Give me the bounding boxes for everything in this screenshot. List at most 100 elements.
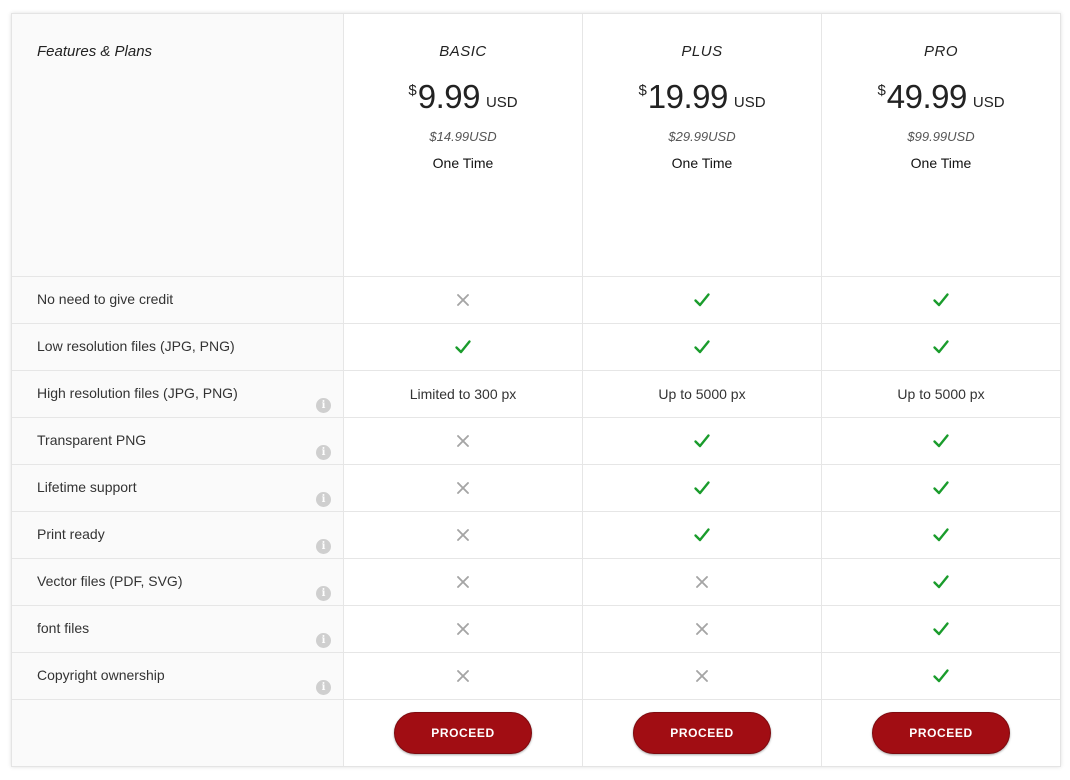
plan-name: PLUS xyxy=(681,43,723,60)
price-term: One Time xyxy=(432,155,494,171)
proceed-button-plus[interactable]: PROCEED xyxy=(633,712,771,754)
price-term: One Time xyxy=(910,155,972,171)
feature-label: Print ready xyxy=(37,526,105,542)
cross-icon xyxy=(693,573,711,591)
check-icon xyxy=(693,432,711,450)
cross-icon xyxy=(454,667,472,685)
plan-price: $ 19.99 USD xyxy=(583,80,821,113)
feature-value-text: Limited to 300 px xyxy=(409,386,517,402)
check-icon xyxy=(693,526,711,544)
feature-value-basic xyxy=(344,559,583,606)
feature-row-label: Vector files (PDF, SVG) i xyxy=(12,559,344,606)
price-amount: 49.99 xyxy=(886,78,968,115)
cross-icon xyxy=(454,573,472,591)
plan-name: BASIC xyxy=(439,43,487,60)
feature-label: Lifetime support xyxy=(37,479,137,495)
feature-label: font files xyxy=(37,620,90,636)
plan-name: PRO xyxy=(923,43,958,60)
cross-icon xyxy=(693,620,711,638)
button-cell-plus: PROCEED xyxy=(583,700,822,766)
feature-value-basic xyxy=(344,324,583,371)
pricing-table: Features & Plans BASIC $ 9.99 USD $14.99… xyxy=(11,13,1061,767)
check-icon xyxy=(693,479,711,497)
feature-value-pro xyxy=(822,606,1060,653)
cross-icon xyxy=(454,526,472,544)
feature-value-plus xyxy=(583,465,822,512)
price-amount: 19.99 xyxy=(647,78,729,115)
info-icon[interactable]: i xyxy=(316,586,331,601)
feature-value-plus xyxy=(583,512,822,559)
feature-row-label: Low resolution files (JPG, PNG) xyxy=(12,324,344,371)
feature-value-text: Up to 5000 px xyxy=(658,386,746,402)
feature-value-text: Up to 5000 px xyxy=(897,386,985,402)
cross-icon xyxy=(454,479,472,497)
feature-value-plus xyxy=(583,324,822,371)
plan-price: $ 49.99 USD xyxy=(822,80,1060,113)
features-plans-header: Features & Plans xyxy=(12,14,344,277)
check-icon xyxy=(932,620,950,638)
feature-value-pro xyxy=(822,653,1060,700)
feature-value-plus xyxy=(583,559,822,606)
feature-row-label: Lifetime support i xyxy=(12,465,344,512)
feature-value-pro xyxy=(822,559,1060,606)
footer-empty-cell xyxy=(12,700,344,766)
feature-value-basic xyxy=(344,277,583,324)
button-cell-pro: PROCEED xyxy=(822,700,1060,766)
plan-header-basic: BASIC $ 9.99 USD $14.99USD One Time xyxy=(344,14,583,277)
check-icon xyxy=(932,479,950,497)
feature-row-label: Copyright ownership i xyxy=(12,653,344,700)
check-icon xyxy=(932,573,950,591)
feature-row-label: Print ready i xyxy=(12,512,344,559)
feature-value-pro xyxy=(822,418,1060,465)
feature-value-basic xyxy=(344,418,583,465)
info-icon[interactable]: i xyxy=(316,445,331,460)
feature-label: High resolution files (JPG, PNG) xyxy=(37,385,238,401)
feature-row-label: No need to give credit xyxy=(12,277,344,324)
feature-label: Vector files (PDF, SVG) xyxy=(37,573,183,589)
feature-value-basic xyxy=(344,465,583,512)
feature-value-basic xyxy=(344,606,583,653)
feature-value-pro xyxy=(822,277,1060,324)
info-icon[interactable]: i xyxy=(316,492,331,507)
feature-value-basic: Limited to 300 px xyxy=(344,371,583,418)
feature-value-pro xyxy=(822,465,1060,512)
feature-value-basic xyxy=(344,512,583,559)
feature-value-plus: Up to 5000 px xyxy=(583,371,822,418)
info-icon[interactable]: i xyxy=(316,539,331,554)
feature-label: Transparent PNG xyxy=(37,432,147,448)
feature-value-plus xyxy=(583,277,822,324)
features-plans-title: Features & Plans xyxy=(37,43,153,60)
plan-header-plus: PLUS $ 19.99 USD $29.99USD One Time xyxy=(583,14,822,277)
proceed-button-pro[interactable]: PROCEED xyxy=(872,712,1010,754)
feature-row-label: High resolution files (JPG, PNG) i xyxy=(12,371,344,418)
price-term: One Time xyxy=(671,155,733,171)
cross-icon xyxy=(454,432,472,450)
price-currency: $ xyxy=(877,82,886,99)
feature-value-pro xyxy=(822,324,1060,371)
check-icon xyxy=(932,667,950,685)
price-amount: 9.99 xyxy=(417,78,481,115)
feature-value-pro: Up to 5000 px xyxy=(822,371,1060,418)
feature-row-label: font files i xyxy=(12,606,344,653)
plan-header-pro: PRO $ 49.99 USD $99.99USD One Time xyxy=(822,14,1060,277)
old-price: $14.99USD xyxy=(429,129,497,144)
check-icon xyxy=(932,526,950,544)
feature-row-label: Transparent PNG i xyxy=(12,418,344,465)
feature-label: Copyright ownership xyxy=(37,667,165,683)
cross-icon xyxy=(454,291,472,309)
button-cell-basic: PROCEED xyxy=(344,700,583,766)
info-icon[interactable]: i xyxy=(316,633,331,648)
check-icon xyxy=(932,291,950,309)
check-icon xyxy=(454,338,472,356)
price-unit: USD xyxy=(485,94,518,111)
feature-value-plus xyxy=(583,653,822,700)
check-icon xyxy=(693,338,711,356)
info-icon[interactable]: i xyxy=(316,680,331,695)
check-icon xyxy=(693,291,711,309)
feature-label: No need to give credit xyxy=(37,291,174,307)
price-currency: $ xyxy=(408,82,417,99)
price-currency: $ xyxy=(638,82,647,99)
price-unit: USD xyxy=(972,94,1005,111)
proceed-button-basic[interactable]: PROCEED xyxy=(394,712,532,754)
info-icon[interactable]: i xyxy=(316,398,331,413)
